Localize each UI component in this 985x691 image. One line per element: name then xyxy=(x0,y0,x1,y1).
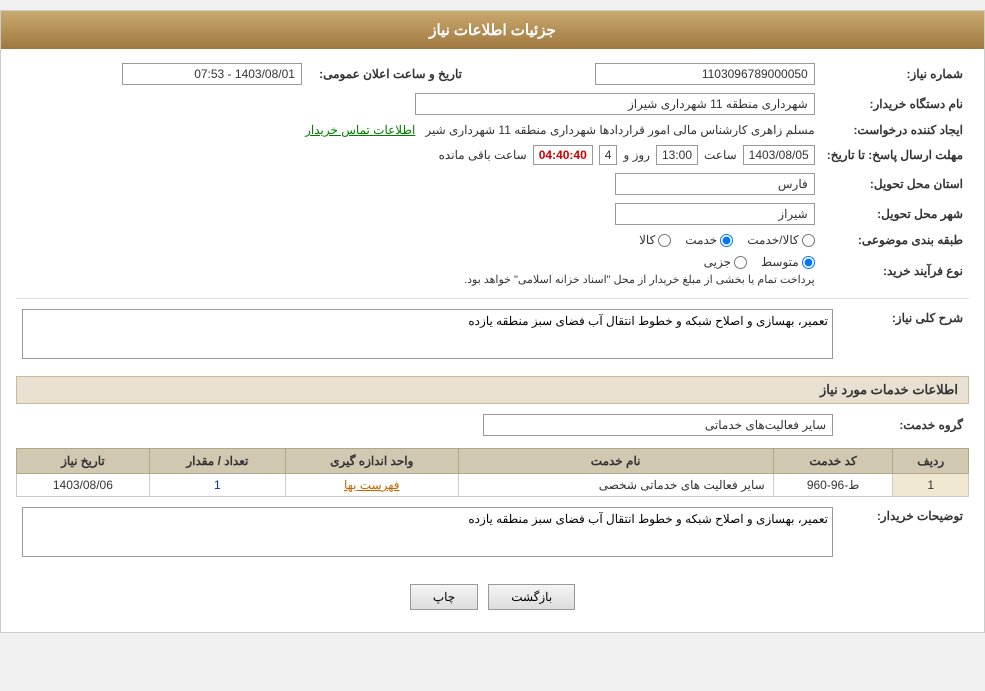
nooe-radio-group: متوسط جزیی xyxy=(22,255,815,269)
gorooh-value: سایر فعالیت‌های خدماتی xyxy=(483,414,833,436)
services-thead: ردیف کد خدمت نام خدمت واحد اندازه گیری ت… xyxy=(17,449,969,474)
sharh-label: شرح کلی نیاز: xyxy=(839,305,969,366)
shomara-niaz-row: شماره نیاز: 1103096789000050 تاریخ و ساع… xyxy=(16,59,969,89)
services-tbody: 1ط-96-960سایر فعالیت های خدماتی شخصیفهرس… xyxy=(17,474,969,497)
gorooh-label: گروه خدمت: xyxy=(839,410,969,440)
ijad-konande-cell: مسلم زاهری کارشناس مالی امور قراردادها ش… xyxy=(16,119,821,141)
nooe-option-motavasset[interactable]: متوسط xyxy=(761,255,815,269)
services-table: ردیف کد خدمت نام خدمت واحد اندازه گیری ت… xyxy=(16,448,969,497)
tabe-option-khadamat[interactable]: خدمت xyxy=(685,233,733,247)
tabe-row: طبقه بندی موضوعی: کالا/خدمت خدمت xyxy=(16,229,969,251)
nam-dastgah-cell: شهرداری منطقه 11 شهرداری شیراز xyxy=(16,89,821,119)
tabe-cell: کالا/خدمت خدمت کالا xyxy=(16,229,821,251)
sharh-textarea xyxy=(22,309,833,359)
mohlat-date-value: 1403/08/05 xyxy=(743,145,815,165)
khadamat-header: اطلاعات خدمات مورد نیاز xyxy=(16,376,969,404)
col-unit: واحد اندازه گیری xyxy=(285,449,458,474)
mohlat-baqi-label: ساعت باقی مانده xyxy=(439,148,527,162)
shahr-label: شهر محل تحویل: xyxy=(821,199,969,229)
mohlat-cell: 1403/08/05 ساعت 13:00 روز و 4 04:40:40 س… xyxy=(16,141,821,169)
sharh-table: شرح کلی نیاز: xyxy=(16,305,969,366)
col-radif: ردیف xyxy=(893,449,969,474)
nam-dastgah-value: شهرداری منطقه 11 شهرداری شیراز xyxy=(415,93,815,115)
nam-dastgah-row: نام دستگاه خریدار: شهرداری منطقه 11 شهرد… xyxy=(16,89,969,119)
buttons-row: بازگشت چاپ xyxy=(16,572,969,622)
mohlat-row: مهلت ارسال پاسخ: تا تاریخ: 1403/08/05 سا… xyxy=(16,141,969,169)
ijad-konande-row: ایجاد کننده درخواست: مسلم زاهری کارشناس … xyxy=(16,119,969,141)
tozihat-label: توضیحات خریدار: xyxy=(839,503,969,564)
ostan-value: فارس xyxy=(615,173,815,195)
shahr-row: شهر محل تحویل: شیراز xyxy=(16,199,969,229)
mohlat-saat-value: 13:00 xyxy=(656,145,698,165)
content-area: شماره نیاز: 1103096789000050 تاریخ و ساع… xyxy=(1,49,984,632)
back-button[interactable]: بازگشت xyxy=(488,584,575,610)
tabe-radio-group: کالا/خدمت خدمت کالا xyxy=(22,233,815,247)
mohlat-label: مهلت ارسال پاسخ: تا تاریخ: xyxy=(821,141,969,169)
tarikh-aalan-value: 1403/08/01 - 07:53 xyxy=(122,63,302,85)
nooe-cell: متوسط جزیی پرداخت تمام یا بخشی از مبلغ خ… xyxy=(16,251,821,290)
col-name: نام خدمت xyxy=(458,449,773,474)
gorooh-row: گروه خدمت: سایر فعالیت‌های خدماتی xyxy=(16,410,969,440)
cell-code: ط-96-960 xyxy=(773,474,893,497)
services-header-row: ردیف کد خدمت نام خدمت واحد اندازه گیری ت… xyxy=(17,449,969,474)
ijad-konande-link[interactable]: اطلاعات تماس خریدار xyxy=(305,123,415,137)
page-wrapper: جزئیات اطلاعات نیاز شماره نیاز: 11030967… xyxy=(0,10,985,633)
nooe-row: نوع فرآیند خرید: متوسط جزیی پرداخت تمام … xyxy=(16,251,969,290)
tozihat-textarea xyxy=(22,507,833,557)
nooe-option-jozii[interactable]: جزیی xyxy=(704,255,747,269)
nooe-radio-jozii[interactable] xyxy=(734,256,747,269)
ostan-label: استان محل تحویل: xyxy=(821,169,969,199)
tabe-label: طبقه بندی موضوعی: xyxy=(821,229,969,251)
mohlat-rooz-label: روز و xyxy=(623,148,650,162)
tozihat-table: توضیحات خریدار: xyxy=(16,503,969,564)
tarikh-aalan-cell: 1403/08/01 - 07:53 xyxy=(16,59,308,89)
tabe-radio-kala-khadamat[interactable] xyxy=(802,234,815,247)
page-header: جزئیات اطلاعات نیاز xyxy=(1,11,984,49)
page-title: جزئیات اطلاعات نیاز xyxy=(429,22,556,39)
cell-unit: فهرست بها xyxy=(285,474,458,497)
cell-date: 1403/08/06 xyxy=(17,474,150,497)
tabe-option-kala[interactable]: کالا xyxy=(639,233,671,247)
info-table: شماره نیاز: 1103096789000050 تاریخ و ساع… xyxy=(16,59,969,290)
gorooh-table: گروه خدمت: سایر فعالیت‌های خدماتی xyxy=(16,410,969,440)
mohlat-rooz-value: 4 xyxy=(599,145,618,165)
col-code: کد خدمت xyxy=(773,449,893,474)
shomara-niaz-label: شماره نیاز: xyxy=(821,59,969,89)
cell-count: 1 xyxy=(149,474,285,497)
ijad-konande-label: ایجاد کننده درخواست: xyxy=(821,119,969,141)
cell-name: سایر فعالیت های خدماتی شخصی xyxy=(458,474,773,497)
cell-radif: 1 xyxy=(893,474,969,497)
shomara-niaz-value: 1103096789000050 xyxy=(595,63,815,85)
tabe-option-kala-khadamat[interactable]: کالا/خدمت xyxy=(747,233,814,247)
nooe-label: نوع فرآیند خرید: xyxy=(821,251,969,290)
tabe-radio-khadamat[interactable] xyxy=(720,234,733,247)
ostan-cell: فارس xyxy=(16,169,821,199)
tabe-radio-kala[interactable] xyxy=(658,234,671,247)
nam-dastgah-label: نام دستگاه خریدار: xyxy=(821,89,969,119)
divider-1 xyxy=(16,298,969,299)
ostan-row: استان محل تحویل: فارس xyxy=(16,169,969,199)
tarikh-aalan-label: تاریخ و ساعت اعلان عمومی: xyxy=(308,59,468,89)
shomara-niaz-cell: 1103096789000050 xyxy=(468,59,821,89)
table-row: 1ط-96-960سایر فعالیت های خدماتی شخصیفهرس… xyxy=(17,474,969,497)
mohlat-date-row: 1403/08/05 ساعت 13:00 روز و 4 04:40:40 س… xyxy=(22,145,815,165)
mohlat-saat-label: ساعت xyxy=(704,148,737,162)
shahr-value: شیراز xyxy=(615,203,815,225)
tozihat-cell xyxy=(16,503,839,564)
ijad-konande-value: مسلم زاهری کارشناس مالی امور قراردادها ش… xyxy=(425,123,814,137)
mohlat-baqi-value: 04:40:40 xyxy=(533,145,593,165)
shahr-cell: شیراز xyxy=(16,199,821,229)
col-date: تاریخ نیاز xyxy=(17,449,150,474)
gorooh-cell: سایر فعالیت‌های خدماتی xyxy=(16,410,839,440)
print-button[interactable]: چاپ xyxy=(410,584,478,610)
nooe-radio-motavasset[interactable] xyxy=(802,256,815,269)
sharh-row: شرح کلی نیاز: xyxy=(16,305,969,366)
sharh-cell xyxy=(16,305,839,366)
nooe-note: پرداخت تمام یا بخشی از مبلغ خریدار از مح… xyxy=(22,273,815,286)
col-count: تعداد / مقدار xyxy=(149,449,285,474)
tozihat-row: توضیحات خریدار: xyxy=(16,503,969,564)
